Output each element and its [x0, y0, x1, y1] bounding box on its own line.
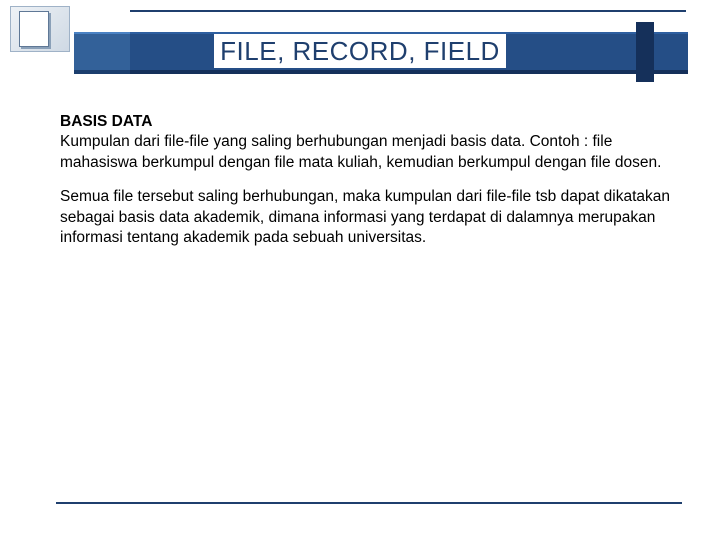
slide-title: FILE, RECORD, FIELD	[0, 36, 720, 67]
paragraph-1: Kumpulan dari file-file yang saling berh…	[60, 133, 661, 170]
slide-body: BASIS DATA Kumpulan dari file-file yang …	[60, 112, 680, 263]
slide-title-text: FILE, RECORD, FIELD	[214, 34, 506, 68]
paragraph-2: Semua file tersebut saling berhubungan, …	[60, 187, 680, 248]
top-divider	[130, 10, 686, 12]
slide-header: FILE, RECORD, FIELD	[0, 0, 720, 90]
bottom-divider	[56, 502, 682, 504]
section-heading: BASIS DATA	[60, 113, 152, 130]
